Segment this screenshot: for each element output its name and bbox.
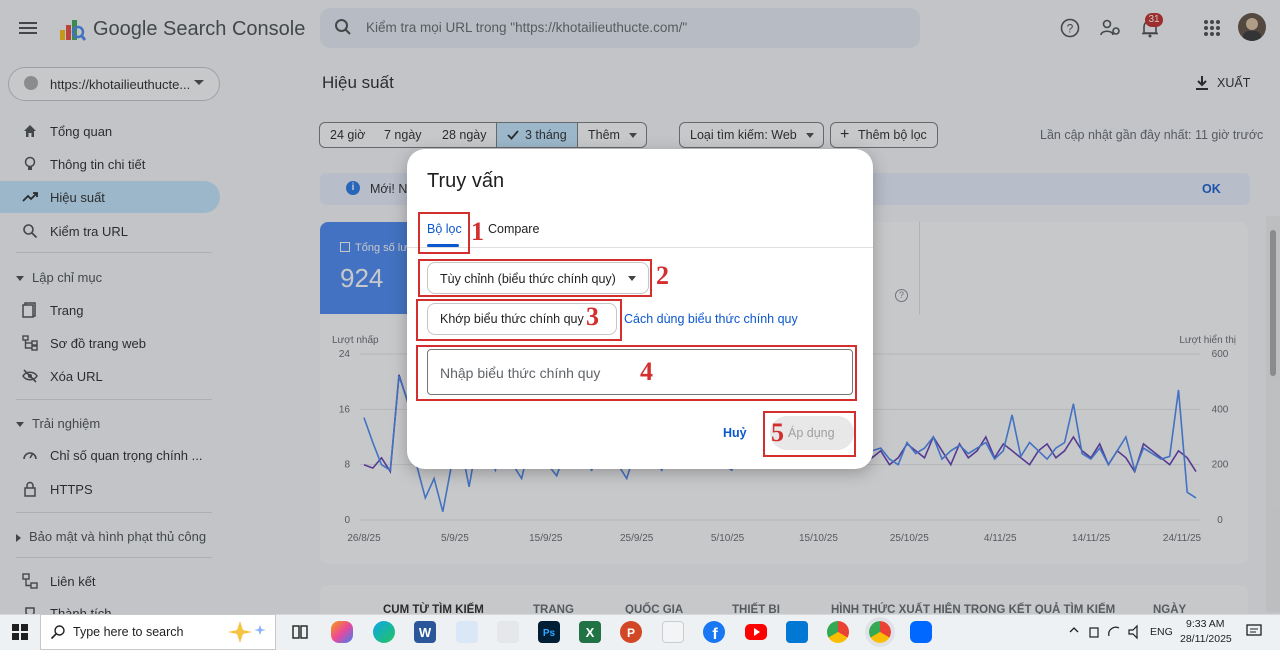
task-view-icon[interactable] xyxy=(289,621,311,643)
annotation-number-2: 2 xyxy=(656,261,669,290)
svg-text:W: W xyxy=(419,625,432,640)
word-icon[interactable]: W xyxy=(414,621,436,643)
search-icon xyxy=(50,625,65,640)
chrome-profile-icon[interactable] xyxy=(865,617,895,647)
copilot-icon[interactable] xyxy=(331,621,353,643)
svg-text:f: f xyxy=(712,626,718,643)
tabs-divider xyxy=(407,247,873,248)
svg-text:P: P xyxy=(627,626,635,640)
excel-icon[interactable]: X xyxy=(579,621,601,643)
powerpoint-icon[interactable]: P xyxy=(620,621,642,643)
annotation-number-1: 1 xyxy=(471,217,484,246)
notification-center-icon[interactable] xyxy=(1246,623,1262,639)
vscode-icon[interactable] xyxy=(786,621,808,643)
annotation-number-5: 5 xyxy=(771,418,784,447)
language-indicator[interactable]: ENG xyxy=(1150,626,1173,638)
sparkle-icon xyxy=(228,621,266,643)
pdf-icon[interactable] xyxy=(662,621,684,643)
taskbar-search-text: Type here to search xyxy=(73,625,184,639)
annotation-box-2 xyxy=(418,259,652,297)
clock-time[interactable]: 9:33 AM xyxy=(1186,618,1225,630)
svg-text:Ps: Ps xyxy=(543,628,556,639)
chevron-up-icon[interactable] xyxy=(1069,625,1079,635)
chrome-icon[interactable] xyxy=(827,621,849,643)
dialog-title: Truy vấn xyxy=(427,170,505,192)
annotation-box-1 xyxy=(418,212,470,254)
annotation-box-4 xyxy=(416,345,857,401)
pen-app-icon[interactable] xyxy=(456,621,478,643)
facebook-icon[interactable]: f xyxy=(703,621,725,643)
annotation-number-4: 4 xyxy=(640,357,653,386)
annotation-number-3: 3 xyxy=(586,302,599,331)
edge-icon[interactable] xyxy=(373,621,395,643)
tray-status-icons[interactable] xyxy=(1089,624,1141,640)
regex-help-link[interactable]: Cách dùng biểu thức chính quy xyxy=(624,312,798,326)
youtube-icon[interactable] xyxy=(745,624,767,640)
svg-text:X: X xyxy=(586,625,595,640)
photoshop-icon[interactable]: Ps xyxy=(538,621,560,643)
clock-date[interactable]: 28/11/2025 xyxy=(1180,633,1232,645)
zalo-icon[interactable] xyxy=(910,621,932,643)
windows-start-icon[interactable] xyxy=(12,624,28,640)
notepad-icon[interactable] xyxy=(497,621,519,643)
cancel-button[interactable]: Huỷ xyxy=(723,426,747,440)
tab-compare[interactable]: Compare xyxy=(488,222,539,236)
